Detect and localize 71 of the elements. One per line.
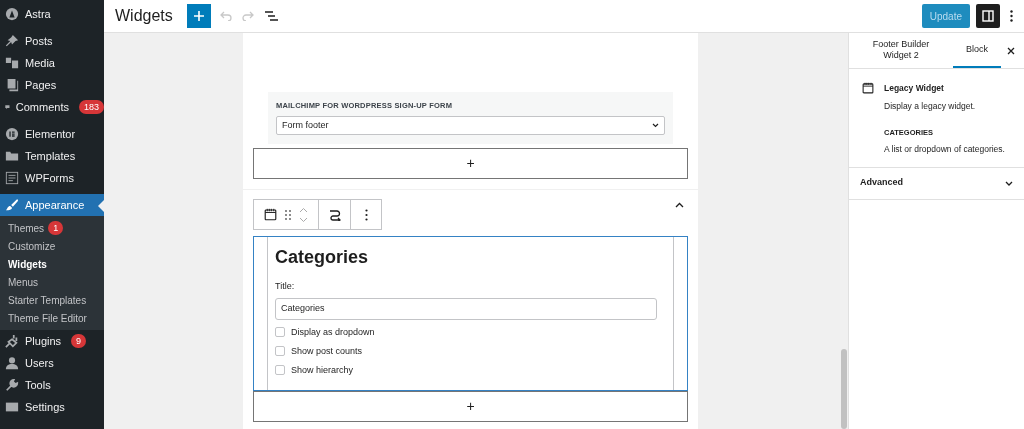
- user-icon: [5, 356, 19, 370]
- menu-item[interactable]: Plugins 9: [0, 330, 104, 352]
- submenu-item[interactable]: Menus: [0, 273, 104, 291]
- submenu-item[interactable]: Theme File Editor: [0, 309, 104, 327]
- chevron-down-icon: [1005, 180, 1013, 186]
- checkbox-label: Show hierarchy: [291, 363, 354, 377]
- plus-icon: [192, 10, 205, 22]
- form-select[interactable]: Form footer: [276, 116, 665, 136]
- submenu-item[interactable]: Customize: [0, 237, 104, 255]
- checkbox[interactable]: [275, 327, 285, 338]
- selected-widget-block[interactable]: Categories Title: Categories Display as dropdown Show post counts Show hierarchy: [253, 236, 688, 392]
- calendar-icon: [862, 82, 874, 94]
- menu-item[interactable]: Pages: [0, 74, 104, 96]
- checkbox[interactable]: [275, 346, 285, 357]
- form-icon: [5, 171, 19, 185]
- count-badge: 183: [78, 100, 104, 114]
- media-icon: [5, 56, 19, 70]
- close-icon: [1007, 46, 1015, 55]
- more-options-icon: [1009, 10, 1013, 22]
- folder-icon: [5, 149, 19, 163]
- checkbox[interactable]: [275, 365, 285, 376]
- settings-toggle-button[interactable]: [976, 4, 1000, 28]
- drag-handle-icon[interactable]: [285, 209, 291, 220]
- chevron-down-icon: [652, 123, 659, 129]
- category-description: A list or dropdown of categories.: [884, 142, 1005, 156]
- scrollbar-drawing[interactable]: [841, 349, 847, 429]
- pages-icon: [5, 78, 19, 92]
- sidebar-tab[interactable]: Footer Builder Widget 2: [849, 33, 953, 68]
- checkbox-label: Display as dropdown: [291, 325, 375, 339]
- menu-item[interactable]: Appearance: [0, 194, 104, 216]
- chevron-up-icon[interactable]: [675, 202, 684, 209]
- submenu-item[interactable]: Starter Templates: [0, 291, 104, 309]
- block-appender[interactable]: +: [253, 391, 688, 423]
- advanced-panel-toggle[interactable]: Advanced: [849, 167, 1024, 200]
- widget-heading: Categories: [275, 246, 370, 270]
- move-arrows-icon[interactable]: [299, 206, 308, 223]
- menu-item[interactable]: Astra: [0, 3, 104, 25]
- count-badge: 1: [48, 221, 64, 235]
- menu-item[interactable]: Media: [0, 52, 104, 74]
- menu-item[interactable]: Posts: [0, 30, 104, 52]
- checkbox-label: Show post counts: [291, 344, 363, 358]
- sidebar-panel-icon: [982, 10, 994, 22]
- transform-icon: [328, 208, 341, 221]
- block-description: Display a legacy widget.: [884, 99, 977, 113]
- calendar-icon: [264, 208, 277, 222]
- menu-item[interactable]: Elementor: [0, 123, 104, 145]
- plug-icon: [5, 334, 19, 348]
- elementor-icon: [5, 127, 19, 141]
- menu-item[interactable]: Settings: [0, 396, 104, 418]
- more-options-icon: [364, 208, 368, 221]
- menu-item[interactable]: Tools: [0, 374, 104, 396]
- menu-item[interactable]: Templates: [0, 145, 104, 167]
- settings-icon: [5, 400, 19, 414]
- block-appender[interactable]: +: [253, 148, 688, 180]
- brush-icon: [5, 198, 19, 212]
- menu-item[interactable]: WPForms: [0, 167, 104, 189]
- sidebar-tab[interactable]: Block: [953, 33, 1001, 68]
- wrench-icon: [5, 378, 19, 392]
- pin-icon: [5, 34, 19, 48]
- count-badge: 9: [71, 334, 87, 348]
- block-title: Legacy Widget: [884, 82, 945, 95]
- submenu-item[interactable]: Widgets: [0, 255, 104, 273]
- field-label: Title:: [275, 280, 296, 294]
- list-view-icon: [265, 11, 279, 21]
- title-input[interactable]: Categories: [275, 297, 657, 320]
- menu-item[interactable]: Comments 183: [0, 96, 104, 118]
- page-title: Widgets: [115, 6, 173, 26]
- menu-item[interactable]: Users: [0, 352, 104, 374]
- add-block-button[interactable]: [186, 4, 211, 28]
- submenu-item[interactable]: Themes 1: [0, 219, 104, 237]
- logo-icon: [5, 7, 19, 21]
